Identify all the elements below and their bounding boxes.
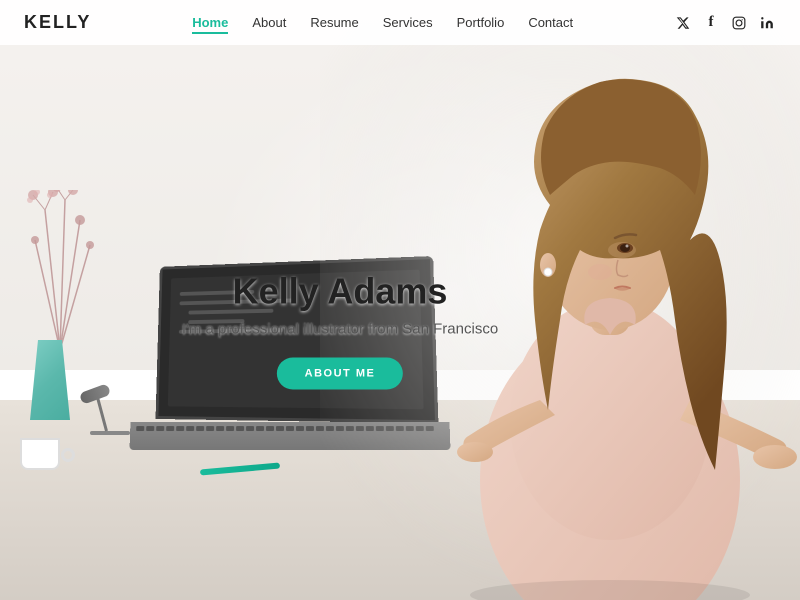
nav-link-portfolio[interactable]: Portfolio [457, 15, 505, 30]
nav-item-portfolio[interactable]: Portfolio [457, 14, 505, 32]
hero-section: Kelly Adams I'm a professional illustrat… [0, 0, 800, 600]
facebook-icon[interactable]: f [702, 14, 720, 32]
linkedin-icon[interactable] [758, 14, 776, 32]
nav-item-services[interactable]: Services [383, 14, 433, 32]
nav-item-about[interactable]: About [252, 14, 286, 32]
hero-subtitle: I'm a professional illustrator from San … [182, 321, 498, 338]
nav-item-contact[interactable]: Contact [528, 14, 573, 32]
flowers-svg [15, 190, 105, 350]
nav-item-resume[interactable]: Resume [310, 14, 358, 32]
nav-link-about[interactable]: About [252, 15, 286, 30]
nav-list: Home About Resume Services Portfolio Con… [192, 14, 573, 32]
site-logo[interactable]: KELLY [24, 12, 91, 33]
nav-link-contact[interactable]: Contact [528, 15, 573, 30]
nav-item-home[interactable]: Home [192, 14, 228, 32]
social-icons-group: f [674, 14, 776, 32]
hero-text-block: Kelly Adams I'm a professional illustrat… [182, 271, 498, 390]
nav-link-home[interactable]: Home [192, 15, 228, 34]
about-me-button[interactable]: ABOUT ME [277, 358, 404, 390]
main-nav: Home About Resume Services Portfolio Con… [192, 14, 573, 32]
coffee-cup [20, 430, 65, 470]
hero-name: Kelly Adams [182, 271, 498, 313]
twitter-icon[interactable] [674, 14, 692, 32]
nav-link-resume[interactable]: Resume [310, 15, 358, 30]
instagram-icon[interactable] [730, 14, 748, 32]
site-header: KELLY Home About Resume Services Portfol… [0, 0, 800, 45]
nav-link-services[interactable]: Services [383, 15, 433, 30]
